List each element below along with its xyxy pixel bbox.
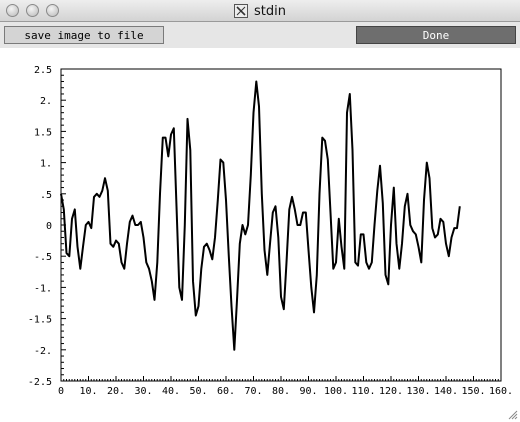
x-tick-label: 20.: [107, 386, 125, 397]
y-tick-label: 0: [46, 221, 52, 232]
x-tick-label: 90.: [299, 386, 317, 397]
y-tick-label: 1.: [40, 159, 52, 170]
x-tick-label: 30.: [134, 386, 152, 397]
done-button[interactable]: Done: [356, 26, 516, 44]
x-tick-label: 130.: [406, 386, 430, 397]
window-title-group: stdin: [0, 0, 520, 22]
title-bar: stdin: [0, 0, 520, 22]
series-line: [60, 80, 461, 351]
y-tick-label: 2.5: [34, 65, 52, 76]
y-tick-label: .5: [40, 190, 52, 201]
x-tick-label: 0: [58, 386, 64, 397]
line-chart: 0 10. 20. 30. 40. 50. 60. 70. 80. 90. 100. 110. 120.…: [28, 65, 513, 397]
x11-icon: [234, 4, 248, 18]
x-tick-label: 100.: [324, 386, 348, 397]
x-tick-label: 110.: [351, 386, 375, 397]
x-tick-label: 140.: [434, 386, 458, 397]
y-tick-label: -1.5: [28, 315, 52, 326]
y-tick-label: 2.: [40, 96, 52, 107]
y-tick-label: 1.5: [34, 127, 52, 138]
x-tick-label: 40.: [162, 386, 180, 397]
window-title: stdin: [254, 3, 286, 19]
x-tick-label: 10.: [79, 386, 97, 397]
x-tick-label: 60.: [217, 386, 235, 397]
x-tick-label: 160.: [489, 386, 513, 397]
x-tick-label: 150.: [461, 386, 485, 397]
y-tick-label: -2.5: [28, 377, 52, 388]
x-tick-label: 50.: [189, 386, 207, 397]
plot-frame: [60, 68, 502, 382]
y-tick-label: -1.: [34, 283, 52, 294]
resize-grip-icon[interactable]: [506, 408, 518, 420]
toolbar: save image to file Done: [0, 22, 520, 48]
x-tick-label: 70.: [244, 386, 262, 397]
y-tick-label: -2.: [34, 346, 52, 357]
x-tick-label: 80.: [272, 386, 290, 397]
x-tick-label: 120.: [379, 386, 403, 397]
save-image-button[interactable]: save image to file: [4, 26, 164, 44]
y-tick-label: -.5: [34, 252, 52, 263]
